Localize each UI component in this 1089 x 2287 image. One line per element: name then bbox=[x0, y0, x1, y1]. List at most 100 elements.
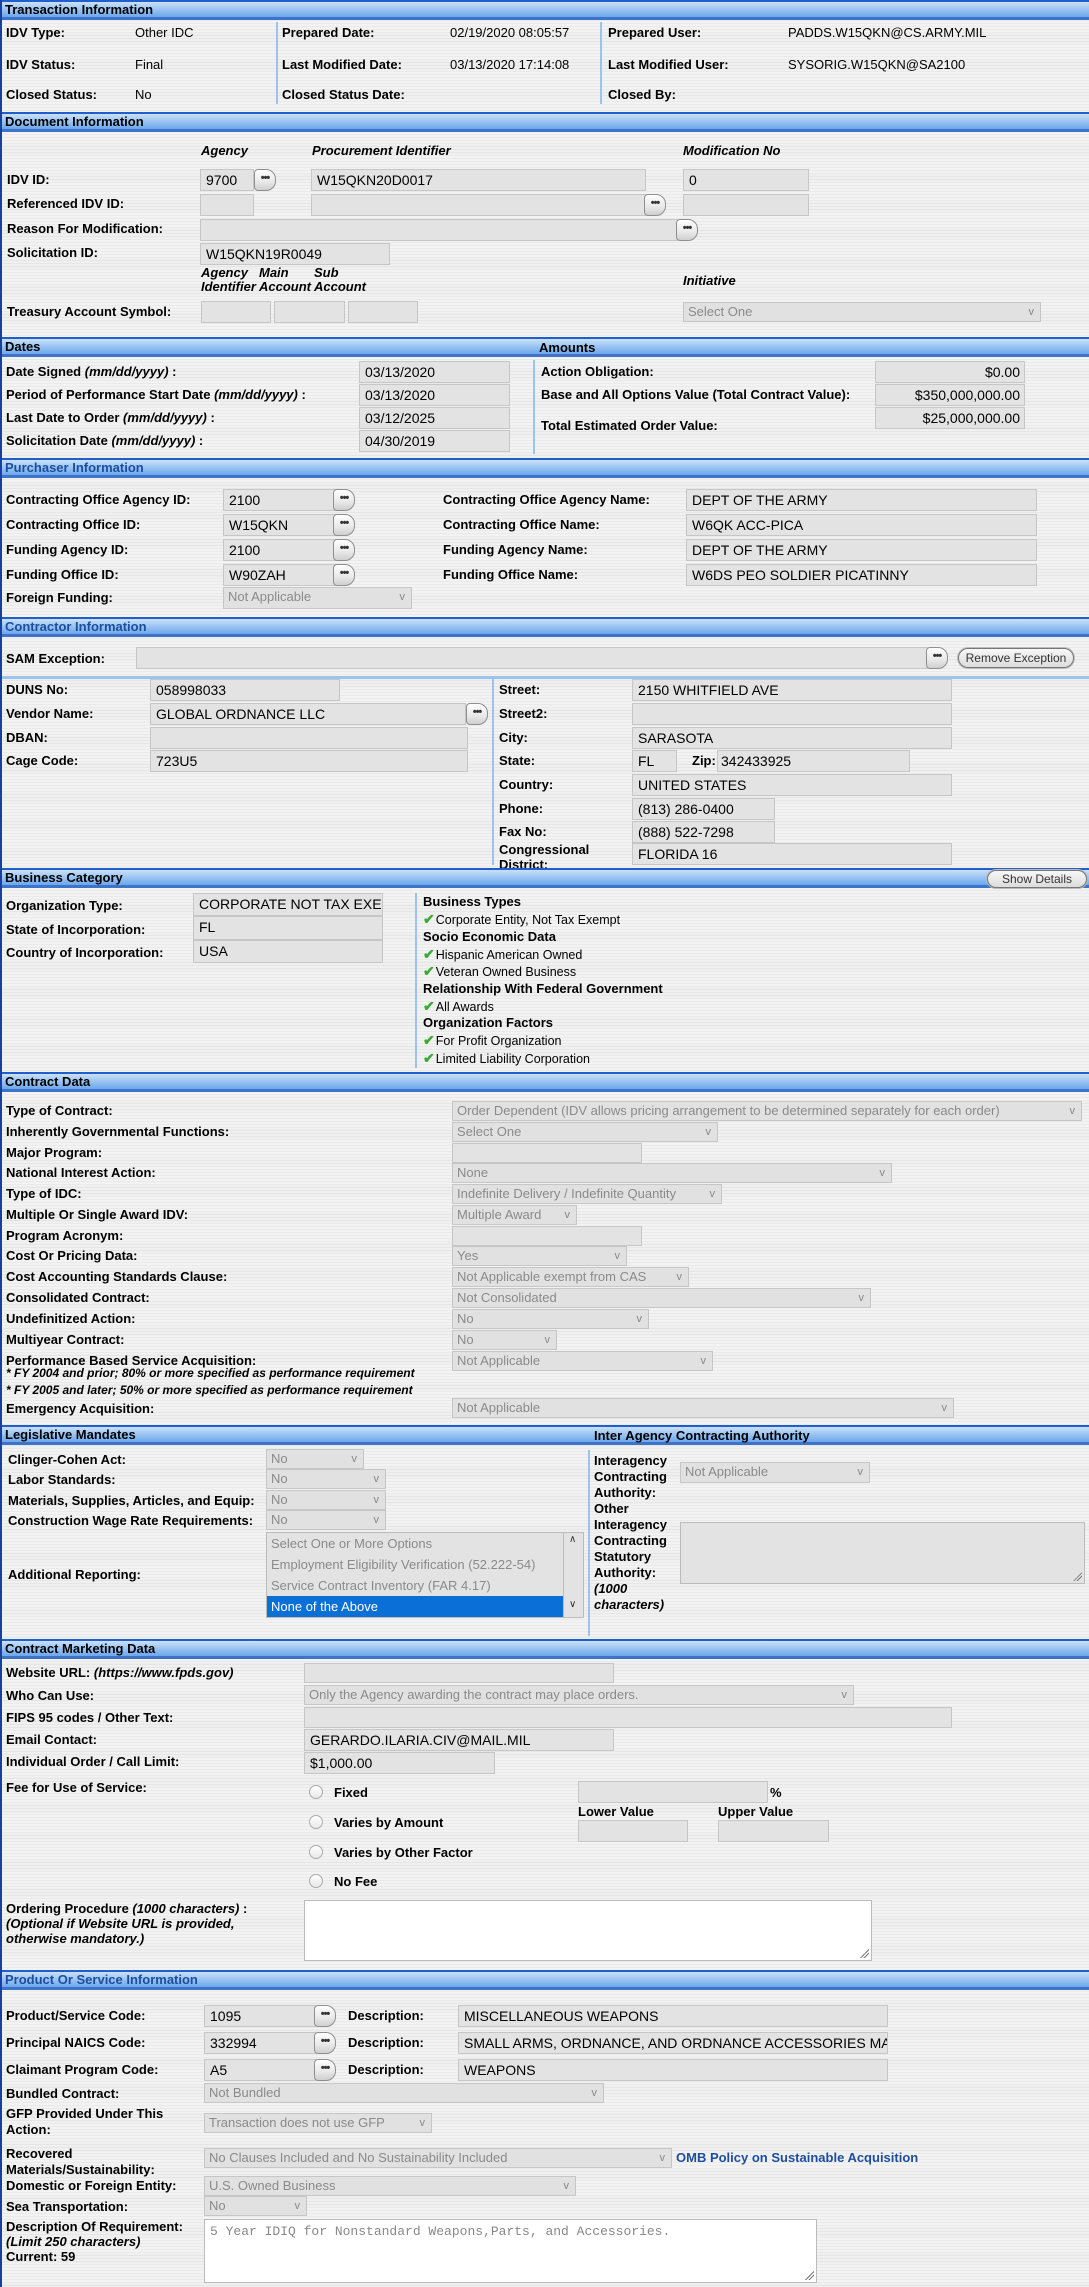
scroll-up-icon[interactable]: ∧ bbox=[569, 1534, 576, 1545]
purchaser-id-input[interactable]: W15QKN bbox=[223, 514, 336, 536]
contract-select[interactable]: No v bbox=[452, 1309, 649, 1329]
ref-procurement-input[interactable] bbox=[311, 194, 646, 216]
fee-radio[interactable] bbox=[309, 1845, 323, 1859]
other-authority-textarea[interactable] bbox=[680, 1522, 1085, 1584]
legislative-select[interactable]: No v bbox=[266, 1490, 386, 1510]
domestic-select[interactable]: U.S. Owned Business v bbox=[204, 2176, 576, 2196]
purchaser-name-input[interactable]: DEPT OF THE ARMY bbox=[686, 539, 1037, 561]
legislative-select[interactable]: No v bbox=[266, 1449, 364, 1469]
lookup-button[interactable]: ••• bbox=[314, 2032, 336, 2054]
product-description-input[interactable]: SMALL ARMS, ORDNANCE, AND ORDNANCE ACCES… bbox=[458, 2032, 888, 2054]
lookup-button[interactable]: ••• bbox=[333, 489, 355, 511]
contract-select[interactable]: No v bbox=[452, 1330, 557, 1350]
fax-input[interactable]: (888) 522-7298 bbox=[632, 821, 775, 843]
vendor-lookup-button[interactable]: ••• bbox=[466, 703, 488, 725]
contract-text-input[interactable] bbox=[452, 1143, 642, 1163]
emergency-select[interactable]: Not Applicable v bbox=[452, 1398, 954, 1418]
website-input[interactable] bbox=[304, 1663, 614, 1683]
reason-input[interactable] bbox=[200, 219, 678, 241]
street-input[interactable]: 2150 WHITFIELD AVE bbox=[632, 679, 952, 701]
date-signed-input[interactable]: 03/13/2020 bbox=[359, 361, 510, 383]
resize-grip-icon[interactable] bbox=[804, 2270, 814, 2280]
requirement-textarea[interactable]: 5 Year IDIQ for Nonstandard Weapons,Part… bbox=[204, 2219, 817, 2283]
contract-select[interactable]: Yes v bbox=[452, 1246, 627, 1266]
sam-exception-input[interactable] bbox=[136, 647, 928, 669]
lookup-button[interactable]: ••• bbox=[314, 2059, 336, 2081]
contract-select[interactable]: Multiple Award v bbox=[452, 1205, 577, 1225]
who-can-use-select[interactable]: Only the Agency awarding the contract ma… bbox=[304, 1685, 854, 1705]
zip-input[interactable]: 342433925 bbox=[717, 750, 910, 772]
purchaser-name-input[interactable]: DEPT OF THE ARMY bbox=[686, 489, 1037, 511]
contract-select[interactable]: Order Dependent (IDV allows pricing arra… bbox=[452, 1101, 1082, 1121]
product-code-input[interactable]: 332994 bbox=[204, 2032, 316, 2054]
product-description-input[interactable]: WEAPONS bbox=[458, 2059, 888, 2081]
purchaser-name-input[interactable]: W6DS PEO SOLDIER PICATINNY bbox=[686, 564, 1037, 586]
lower-value-input[interactable] bbox=[578, 1820, 688, 1842]
resize-grip-icon[interactable] bbox=[1072, 1571, 1082, 1581]
idv-agency-input[interactable]: 9700 bbox=[200, 169, 254, 191]
recovered-select[interactable]: No Clauses Included and No Sustainabilit… bbox=[204, 2148, 672, 2168]
country-input[interactable]: UNITED STATES bbox=[632, 774, 952, 796]
scroll-down-icon[interactable]: ∨ bbox=[569, 1599, 576, 1610]
idv-procurement-input[interactable]: W15QKN20D0017 bbox=[311, 169, 646, 191]
state-inc-input[interactable]: FL bbox=[193, 916, 383, 940]
city-input[interactable]: SARASOTA bbox=[632, 727, 952, 749]
contract-select[interactable]: Indefinite Delivery / Indefinite Quantit… bbox=[452, 1184, 722, 1204]
sam-lookup-button[interactable]: ••• bbox=[926, 647, 948, 669]
initiative-select[interactable]: Select One v bbox=[683, 302, 1041, 322]
email-contact-input[interactable]: GERARDO.ILARIA.CIV@MAIL.MIL bbox=[304, 1729, 614, 1751]
agency-lookup-button[interactable]: ••• bbox=[254, 169, 276, 191]
solicitation-date-input[interactable]: 04/30/2019 bbox=[359, 430, 510, 452]
ordering-procedure-textarea[interactable] bbox=[304, 1900, 872, 1961]
contract-select[interactable]: Not Consolidated v bbox=[452, 1288, 871, 1308]
interagency-authority-select[interactable]: Not Applicable v bbox=[680, 1462, 870, 1483]
tas-sub-input[interactable] bbox=[348, 301, 418, 323]
district-input[interactable]: FLORIDA 16 bbox=[632, 843, 952, 865]
action-obligation-input[interactable]: $0.00 bbox=[875, 361, 1025, 383]
contract-select[interactable]: Not Applicable exempt from CAS v bbox=[452, 1267, 689, 1287]
resize-grip-icon[interactable] bbox=[859, 1948, 869, 1958]
contract-select[interactable]: None v bbox=[452, 1163, 892, 1183]
dban-input[interactable] bbox=[150, 727, 468, 749]
show-details-button[interactable]: Show Details bbox=[987, 870, 1087, 888]
last-order-input[interactable]: 03/12/2025 bbox=[359, 407, 510, 429]
lookup-button[interactable]: ••• bbox=[314, 2005, 336, 2027]
duns-input[interactable]: 058998033 bbox=[150, 679, 340, 701]
product-description-input[interactable]: MISCELLANEOUS WEAPONS bbox=[458, 2005, 888, 2027]
reason-lookup-button[interactable]: ••• bbox=[676, 219, 698, 241]
fips-input[interactable] bbox=[304, 1707, 952, 1728]
listbox-scrollbar[interactable]: ∧ ∨ bbox=[564, 1532, 584, 1618]
listbox-option[interactable]: Employment Eligibility Verification (52.… bbox=[267, 1554, 563, 1575]
lookup-button[interactable]: ••• bbox=[333, 539, 355, 561]
remove-exception-button[interactable]: Remove Exception bbox=[958, 648, 1074, 668]
product-code-input[interactable]: 1095 bbox=[204, 2005, 316, 2027]
org-type-input[interactable]: CORPORATE NOT TAX EXE bbox=[193, 893, 383, 916]
product-code-input[interactable]: A5 bbox=[204, 2059, 316, 2081]
purchaser-id-input[interactable]: W90ZAH bbox=[223, 564, 336, 586]
street2-input[interactable] bbox=[632, 703, 952, 725]
listbox-option[interactable]: None of the Above bbox=[267, 1596, 563, 1617]
vendor-name-input[interactable]: GLOBAL ORDNANCE LLC bbox=[150, 703, 466, 725]
sea-transport-select[interactable]: No v bbox=[204, 2196, 307, 2216]
purchaser-id-input[interactable]: 2100 bbox=[223, 539, 336, 561]
solicitation-input[interactable]: W15QKN19R0049 bbox=[200, 243, 390, 265]
fee-radio[interactable] bbox=[309, 1874, 323, 1888]
upper-value-input[interactable] bbox=[718, 1820, 829, 1842]
contract-select[interactable]: Select One v bbox=[452, 1122, 718, 1142]
lookup-button[interactable]: ••• bbox=[333, 514, 355, 536]
legislative-select[interactable]: No v bbox=[266, 1469, 386, 1489]
tas-agency-input[interactable] bbox=[201, 301, 271, 323]
phone-input[interactable]: (813) 286-0400 bbox=[632, 798, 775, 820]
estimated-order-input[interactable]: $25,000,000.00 bbox=[875, 407, 1025, 429]
order-limit-input[interactable]: $1,000.00 bbox=[304, 1752, 495, 1774]
fee-percent-input[interactable] bbox=[578, 1781, 768, 1803]
purchaser-id-input[interactable]: 2100 bbox=[223, 489, 336, 511]
ref-modification-input[interactable] bbox=[683, 194, 809, 216]
ref-agency-input[interactable] bbox=[200, 194, 254, 216]
base-options-input[interactable]: $350,000,000.00 bbox=[875, 384, 1025, 406]
bundled-select[interactable]: Not Bundled v bbox=[204, 2083, 604, 2103]
country-inc-input[interactable]: USA bbox=[193, 940, 383, 963]
state-input[interactable]: FL bbox=[632, 750, 677, 772]
legislative-select[interactable]: No v bbox=[266, 1510, 386, 1530]
purchaser-name-input[interactable]: W6QK ACC-PICA bbox=[686, 514, 1037, 536]
